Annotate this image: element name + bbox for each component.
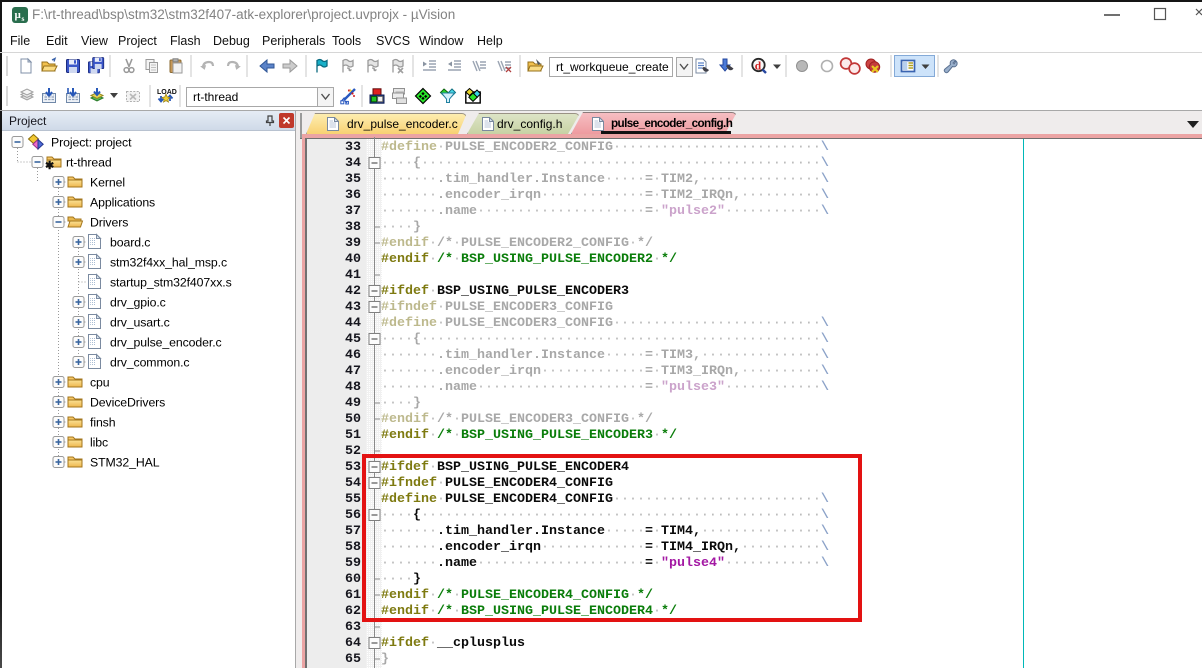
svg-text:finsh: finsh bbox=[90, 416, 116, 430]
svg-text:board.c: board.c bbox=[110, 236, 150, 250]
svg-text:rt-thread: rt-thread bbox=[66, 156, 112, 170]
svg-text:LOAD: LOAD bbox=[157, 89, 177, 96]
svg-text:Project: project: Project: project bbox=[51, 136, 132, 150]
svg-text:STM32_HAL: STM32_HAL bbox=[90, 456, 160, 470]
svg-text:cpu: cpu bbox=[90, 376, 110, 390]
svg-text:drv_usart.c: drv_usart.c bbox=[110, 316, 170, 330]
svg-text:stm32f4xx_hal_msp.c: stm32f4xx_hal_msp.c bbox=[110, 256, 227, 270]
svg-text:startup_stm32f407xx.s: startup_stm32f407xx.s bbox=[110, 276, 232, 290]
svg-text:Applications: Applications bbox=[90, 196, 155, 210]
svg-text:Kernel: Kernel bbox=[90, 176, 125, 190]
svg-text:DeviceDrivers: DeviceDrivers bbox=[90, 396, 165, 410]
svg-text:rt-thread: rt-thread bbox=[193, 90, 238, 104]
svg-text:drv_pulse_encoder.c: drv_pulse_encoder.c bbox=[110, 336, 222, 350]
svg-text:rt_workqueue_create: rt_workqueue_create bbox=[556, 60, 669, 74]
svg-text:drv_common.c: drv_common.c bbox=[110, 356, 189, 370]
svg-text:µ: µ bbox=[15, 9, 22, 21]
svg-text:s: s bbox=[22, 14, 25, 23]
svg-text:Drivers: Drivers bbox=[90, 216, 128, 230]
svg-text:d: d bbox=[755, 61, 762, 73]
svg-text:libc: libc bbox=[90, 436, 108, 450]
svg-text:drv_gpio.c: drv_gpio.c bbox=[110, 296, 166, 310]
svg-text:✱: ✱ bbox=[45, 160, 54, 172]
